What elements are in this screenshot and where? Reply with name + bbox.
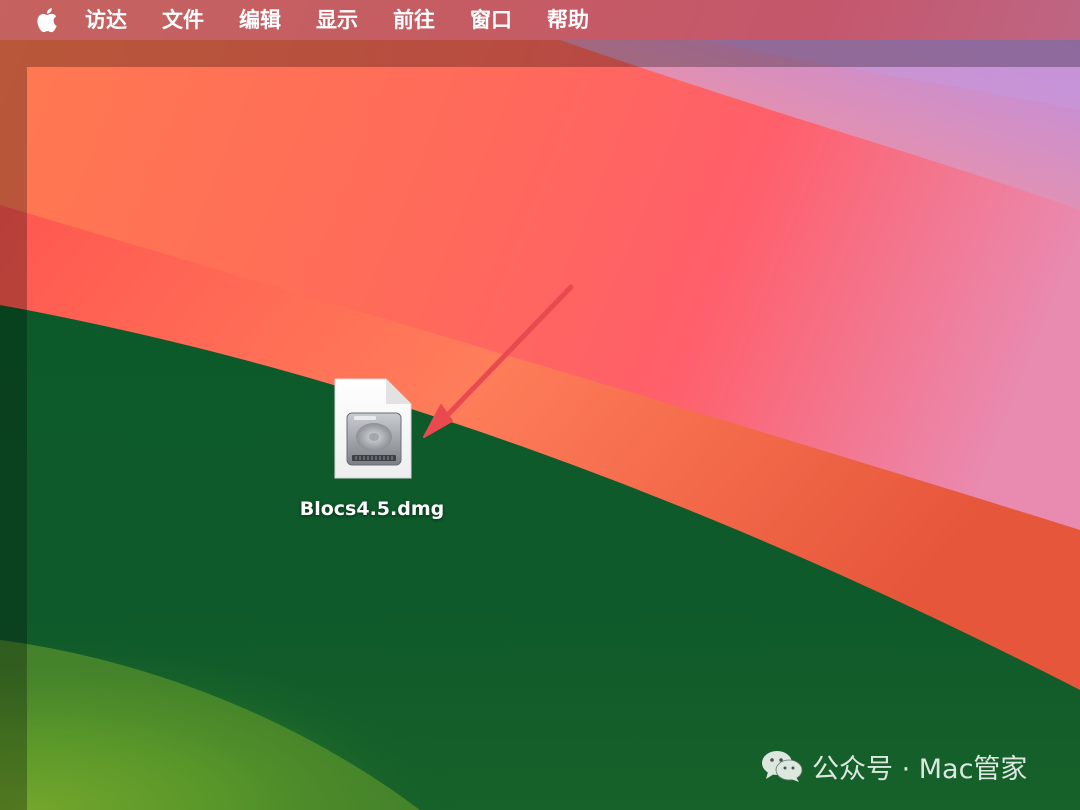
menu-help[interactable]: 帮助: [547, 0, 589, 40]
menu-file[interactable]: 文件: [162, 0, 204, 40]
desktop-wallpaper: [0, 0, 1080, 810]
desktop-screen: 访达 文件 编辑 显示 前往 窗口 帮助 Blocs4.5.dmg 公众号 · …: [0, 0, 1080, 810]
apple-logo-icon[interactable]: [33, 6, 59, 34]
screenshot-shade-top: [27, 40, 1080, 67]
screenshot-shade-left: [0, 40, 27, 810]
menu-go[interactable]: 前往: [393, 0, 435, 40]
menu-finder[interactable]: 访达: [85, 0, 127, 40]
disk-image-file-icon[interactable]: [330, 377, 414, 481]
file-name-label[interactable]: Blocs4.5.dmg: [272, 498, 472, 520]
menu-bar: 访达 文件 编辑 显示 前往 窗口 帮助: [0, 0, 1080, 40]
watermark: 公众号 · Mac管家: [760, 746, 1027, 786]
menu-edit[interactable]: 编辑: [239, 0, 281, 40]
menu-window[interactable]: 窗口: [470, 0, 512, 40]
watermark-text: 公众号 · Mac管家: [812, 753, 1028, 785]
menu-view[interactable]: 显示: [316, 0, 358, 40]
wechat-icon: [762, 751, 803, 782]
